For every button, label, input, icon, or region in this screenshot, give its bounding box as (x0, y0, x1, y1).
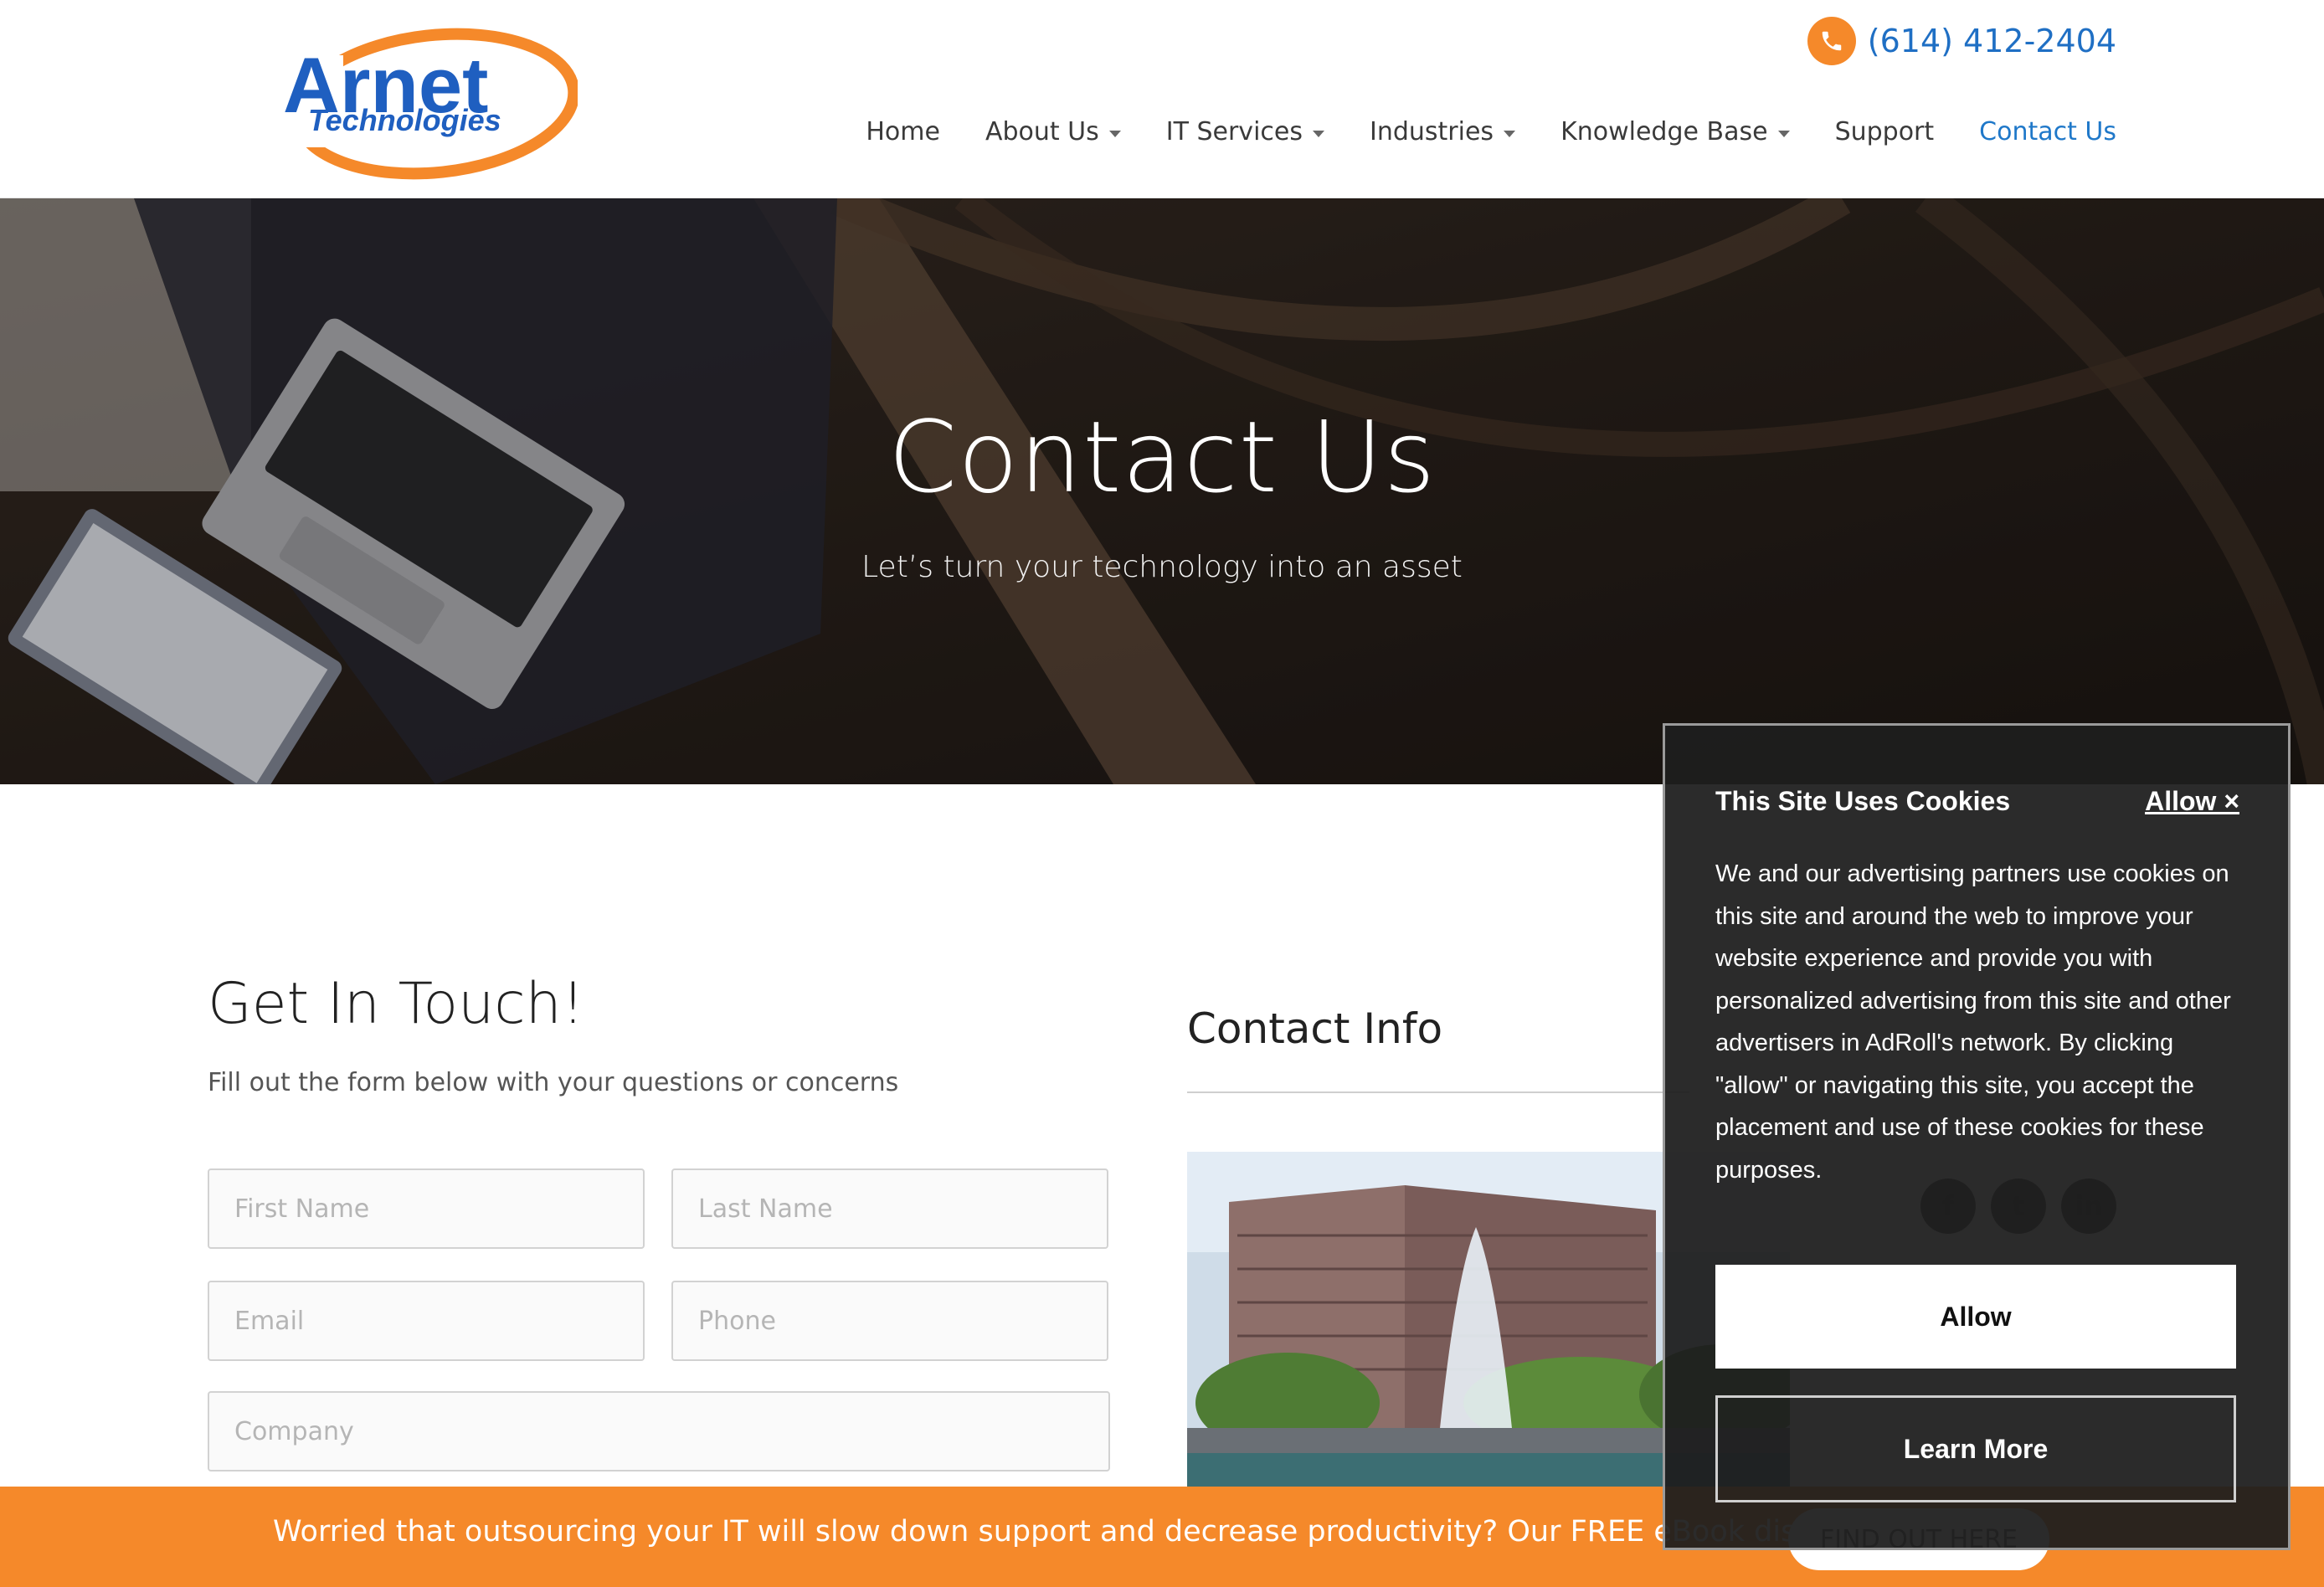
phone-icon (1807, 17, 1856, 65)
page-subtitle: Let’s turn your technology into an asset (861, 550, 1463, 584)
contact-info-title: Contact Info (1187, 1004, 1443, 1053)
cookie-allow-close-link[interactable]: Allow × (2145, 786, 2239, 817)
nav-label: Knowledge Base (1560, 117, 1768, 146)
nav-label: About Us (985, 117, 1099, 146)
phone-field[interactable] (671, 1281, 1108, 1361)
caret-down-icon (1504, 130, 1516, 137)
nav-item-about-us[interactable]: About Us (940, 117, 1121, 146)
main-nav: Home About Us IT Services Industries Kno… (820, 117, 2116, 146)
nav-label: IT Services (1165, 117, 1303, 146)
site-header: Arnet Technologies (614) 412-2404 Home A… (0, 0, 2324, 198)
nav-label: Industries (1369, 117, 1494, 146)
nav-label: Contact Us (1979, 117, 2116, 146)
promo-text: Worried that outsourcing your IT will sl… (273, 1515, 1895, 1548)
logo-swoosh: Arnet Technologies (276, 28, 580, 180)
hero-banner: Contact Us Let’s turn your technology in… (0, 198, 2324, 784)
phone-number[interactable]: (614) 412-2404 (1868, 23, 2116, 59)
cookie-consent-panel: This Site Uses Cookies Allow × We and ou… (1663, 723, 2291, 1550)
nav-item-contact-us[interactable]: Contact Us (1934, 117, 2116, 146)
nav-item-it-services[interactable]: IT Services (1121, 117, 1324, 146)
nav-label: Home (866, 117, 940, 146)
company-field[interactable] (208, 1391, 1110, 1471)
email-field[interactable] (208, 1281, 645, 1361)
page-title: Contact Us (887, 399, 1437, 515)
divider (1187, 1091, 1689, 1093)
cookie-title: This Site Uses Cookies (1715, 786, 2011, 816)
logo-subtitle: Technologies (308, 103, 501, 137)
first-name-field[interactable] (208, 1168, 645, 1249)
cookie-allow-button[interactable]: Allow (1715, 1265, 2236, 1369)
cookie-learn-more-button[interactable]: Learn More (1715, 1395, 2236, 1502)
nav-label: Support (1834, 117, 1935, 146)
nav-item-home[interactable]: Home (820, 117, 940, 146)
nav-item-support[interactable]: Support (1790, 117, 1935, 146)
nav-item-industries[interactable]: Industries (1324, 117, 1516, 146)
nav-item-knowledge-base[interactable]: Knowledge Base (1515, 117, 1790, 146)
phone-contact[interactable]: (614) 412-2404 (1807, 17, 2116, 65)
caret-down-icon (1108, 130, 1121, 137)
caret-down-icon (1312, 130, 1324, 137)
cookie-description: We and our advertising partners use cook… (1715, 860, 2231, 1184)
last-name-field[interactable] (671, 1168, 1108, 1249)
form-subtitle: Fill out the form below with your questi… (208, 1068, 899, 1097)
company-logo[interactable]: Arnet Technologies (276, 22, 580, 181)
caret-down-icon (1777, 130, 1790, 137)
form-title: Get In Touch! (208, 971, 585, 1037)
